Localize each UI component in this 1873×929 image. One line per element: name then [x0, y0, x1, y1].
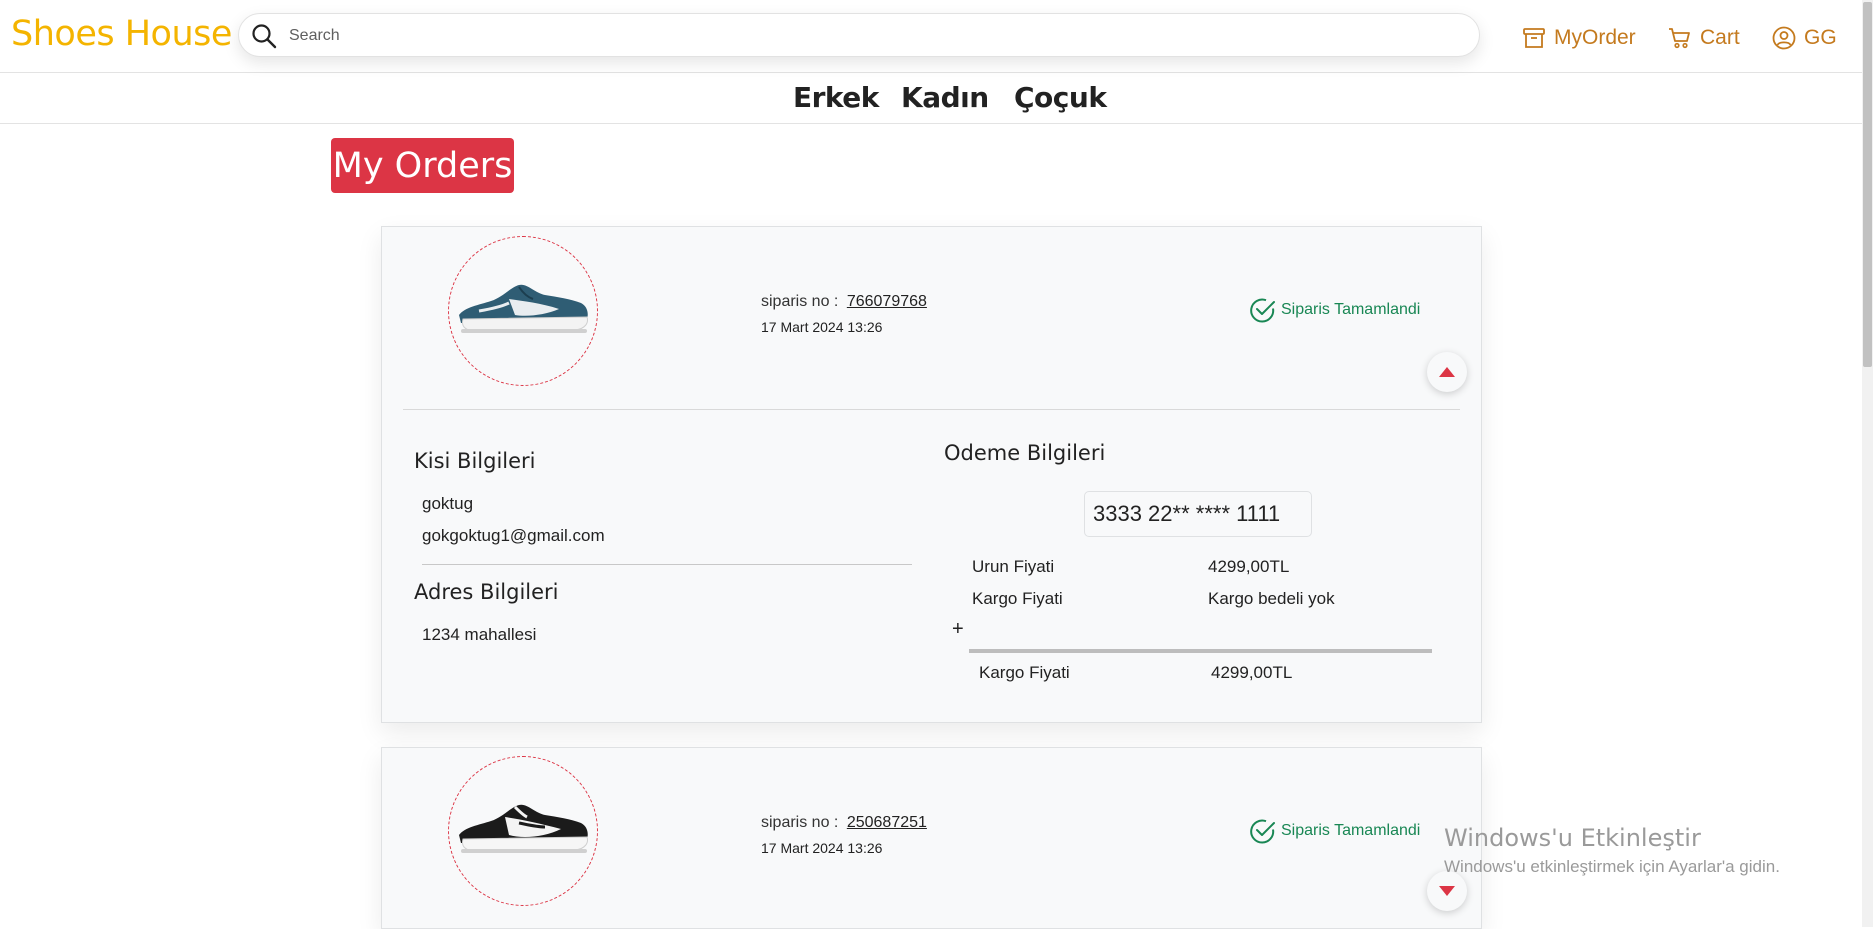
activation-watermark-subtitle: Windows'u etkinleştirmek için Ayarlar'a …	[1444, 857, 1780, 876]
order-number-row: siparis no : 250687251	[761, 814, 927, 832]
order-number-link[interactable]: 766079768	[847, 293, 927, 310]
search-input[interactable]	[287, 22, 1461, 50]
black-white-sneaker-icon	[459, 804, 588, 853]
product-image	[448, 756, 598, 906]
search-bar	[238, 13, 1480, 57]
product-price-value: 4299,00TL	[1208, 557, 1290, 576]
order-number-label: siparis no :	[761, 814, 839, 831]
user-circle-icon	[1772, 26, 1796, 50]
category-erkek[interactable]: Erkek	[793, 81, 879, 114]
order-date: 17 Mart 2024 13:26	[761, 319, 883, 335]
top-navbar: Shoes House MyOrder Cart GG	[0, 0, 1862, 73]
check-circle-icon	[1250, 819, 1275, 844]
plus-sign: +	[952, 618, 964, 640]
customer-address: 1234 mahallesi	[422, 625, 537, 644]
person-divider	[422, 564, 912, 565]
card-number: 3333 22** **** 1111	[1084, 491, 1312, 537]
person-info-title: Kisi Bilgileri	[414, 449, 536, 473]
sum-divider	[969, 649, 1432, 653]
page-scrollbar[interactable]	[1862, 0, 1873, 927]
activation-watermark-title: Windows'u Etkinleştir	[1444, 824, 1701, 852]
user-label: GG	[1804, 26, 1837, 49]
customer-email: gokgoktug1@gmail.com	[422, 526, 605, 545]
shipping-value: Kargo bedeli yok	[1208, 589, 1335, 608]
caret-up-icon	[1439, 367, 1455, 377]
card-divider	[403, 409, 1460, 410]
search-icon	[252, 24, 277, 49]
customer-name: goktug	[422, 494, 474, 513]
category-kadin[interactable]: Kadın	[901, 81, 989, 114]
user-menu[interactable]: GG	[1772, 26, 1837, 50]
category-bar: Erkek Kadın Çoçuk	[0, 73, 1862, 124]
scrollbar-thumb[interactable]	[1863, 2, 1872, 367]
payment-info-title: Odeme Bilgileri	[944, 441, 1106, 465]
shipping-label: Kargo Fiyati	[972, 589, 1063, 608]
cart-link[interactable]: Cart	[1668, 26, 1740, 50]
cart-icon	[1669, 28, 1690, 49]
order-status: Siparis Tamamlandi	[1249, 817, 1420, 845]
caret-down-icon	[1439, 886, 1455, 896]
brand-logo[interactable]: Shoes House	[11, 14, 232, 54]
order-card: siparis no : 766079768 17 Mart 2024 13:2…	[381, 226, 1482, 723]
expand-toggle-button[interactable]	[1427, 871, 1467, 911]
page-title: My Orders	[331, 138, 514, 193]
order-number-link[interactable]: 250687251	[847, 814, 927, 831]
product-image	[448, 236, 598, 386]
product-price-label: Urun Fiyati	[972, 557, 1055, 576]
cart-label: Cart	[1700, 26, 1740, 49]
total-label: Kargo Fiyati	[979, 663, 1070, 682]
check-circle-icon	[1250, 298, 1275, 323]
order-date: 17 Mart 2024 13:26	[761, 840, 883, 856]
category-cocuk[interactable]: Çoçuk	[1014, 81, 1107, 114]
teal-sneaker-icon	[459, 284, 588, 333]
order-number-row: siparis no : 766079768	[761, 293, 927, 311]
order-card: siparis no : 250687251 17 Mart 2024 13:2…	[381, 747, 1482, 929]
my-order-link[interactable]: MyOrder	[1522, 26, 1636, 50]
order-status: Siparis Tamamlandi	[1249, 296, 1420, 324]
order-status-text: Siparis Tamamlandi	[1281, 822, 1421, 839]
archive-box-icon	[1523, 28, 1545, 48]
order-number-label: siparis no :	[761, 293, 839, 310]
address-info-title: Adres Bilgileri	[414, 580, 559, 604]
order-status-text: Siparis Tamamlandi	[1281, 301, 1421, 318]
total-value: 4299,00TL	[1211, 663, 1293, 682]
collapse-toggle-button[interactable]	[1427, 352, 1467, 392]
my-order-label: MyOrder	[1554, 26, 1636, 49]
